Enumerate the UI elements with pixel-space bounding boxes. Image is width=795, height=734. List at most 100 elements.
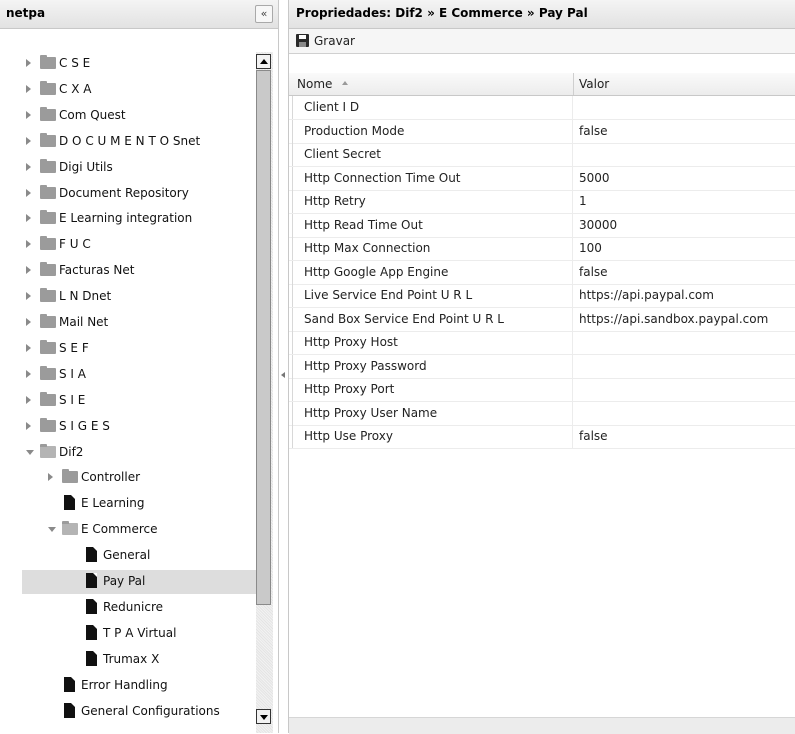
tree-item[interactable]: Mail Net <box>22 311 256 335</box>
tree-item[interactable]: Trumax X <box>22 648 256 672</box>
expand-right-icon[interactable] <box>26 421 31 430</box>
expand-right-icon[interactable] <box>48 473 53 482</box>
property-value[interactable]: false <box>579 265 608 279</box>
expand-right-icon[interactable] <box>26 266 31 275</box>
tree-item[interactable]: Facturas Net <box>22 259 256 283</box>
collapse-arrow-icon[interactable] <box>281 372 285 378</box>
scroll-down-button[interactable] <box>256 709 271 724</box>
expand-right-icon[interactable] <box>26 84 31 93</box>
tree-item-label: Controller <box>81 470 141 485</box>
property-row[interactable]: Http Max Connection 100 <box>289 237 795 261</box>
folder-icon <box>40 417 56 432</box>
tree-item[interactable]: L N Dnet <box>22 285 256 309</box>
tree-item[interactable]: C S E <box>22 52 256 76</box>
property-row[interactable]: Http Proxy Port <box>289 378 795 402</box>
tree-item[interactable]: C X A <box>22 78 256 102</box>
tree-item-label: D O C U M E N T O Snet <box>59 133 201 148</box>
property-name-cell: Http Proxy Host <box>292 331 573 354</box>
properties-panel-title: Propriedades: Dif2 » E Commerce » Pay Pa… <box>296 6 588 20</box>
property-row[interactable]: Http Proxy User Name <box>289 401 795 426</box>
scrollbar-thumb[interactable] <box>256 70 271 605</box>
property-row[interactable]: Http Connection Time Out 5000 <box>289 166 795 191</box>
tree-item[interactable]: Controller <box>22 466 256 490</box>
property-row[interactable]: Http Proxy Password <box>289 354 795 379</box>
property-row[interactable]: Live Service End Point U R L https://api.… <box>289 284 795 308</box>
property-row[interactable]: Http Proxy Host <box>289 331 795 355</box>
expand-right-icon[interactable] <box>26 214 31 223</box>
folder-icon <box>40 236 56 251</box>
property-row[interactable]: Client I D <box>289 96 795 120</box>
collapse-panel-button[interactable]: « <box>255 5 273 23</box>
tree-item[interactable]: Redunicre <box>22 596 256 620</box>
tree-item[interactable]: F U C <box>22 233 256 257</box>
column-header-nome[interactable]: Nome <box>297 77 332 91</box>
tree-item[interactable]: S I A <box>22 363 256 387</box>
property-value[interactable]: 1 <box>579 194 587 208</box>
tree-item[interactable]: Com Quest <box>22 104 256 128</box>
tree-item[interactable]: S E F <box>22 337 256 361</box>
tree-item[interactable]: E Learning <box>22 492 256 516</box>
property-value[interactable]: false <box>579 429 608 443</box>
property-row[interactable]: Http Use Proxy false <box>289 425 795 449</box>
expand-right-icon[interactable] <box>26 188 31 197</box>
column-divider[interactable] <box>573 73 574 95</box>
expand-right-icon[interactable] <box>26 292 31 301</box>
navigation-panel-header: netpa « <box>0 0 278 29</box>
property-name-cell: Http Use Proxy <box>292 425 573 448</box>
expand-down-icon[interactable] <box>48 527 56 533</box>
panel-splitter[interactable] <box>279 0 288 733</box>
tree-item[interactable]: General <box>22 544 256 568</box>
expand-right-icon[interactable] <box>26 59 31 67</box>
property-row[interactable]: Client Secret <box>289 143 795 167</box>
expand-right-icon[interactable] <box>26 395 31 404</box>
expand-right-icon[interactable] <box>26 162 31 171</box>
property-name-cell: Http Retry <box>292 190 573 213</box>
tree-item[interactable]: General Configurations <box>22 700 256 724</box>
tree-item-label: S I A <box>59 366 86 381</box>
expand-right-icon[interactable] <box>26 369 31 378</box>
column-header-valor[interactable]: Valor <box>579 77 609 91</box>
tree-item[interactable]: D O C U M E N T O Snet <box>22 130 256 154</box>
expand-right-icon[interactable] <box>26 240 31 249</box>
grid-header: Nome Valor <box>289 73 795 96</box>
tree-item[interactable]: T P A Virtual <box>22 622 256 646</box>
property-name: Http Proxy Host <box>304 335 398 349</box>
property-row[interactable]: Http Read Time Out 30000 <box>289 213 795 238</box>
tree-scrollbar[interactable] <box>256 52 273 733</box>
tree-item[interactable]: Dif2 <box>22 441 256 465</box>
tree-item[interactable]: E Commerce <box>22 518 256 542</box>
tree-item-label: Dif2 <box>59 444 84 459</box>
property-name: Sand Box Service End Point U R L <box>304 311 504 326</box>
property-name: Http Google App Engine <box>304 264 449 279</box>
expand-down-icon[interactable] <box>26 449 34 455</box>
property-row[interactable]: Production Mode false <box>289 119 795 144</box>
tree-item[interactable]: E Learning integration <box>22 207 256 231</box>
expand-right-icon[interactable] <box>26 318 31 326</box>
expand-right-icon[interactable] <box>26 343 31 352</box>
tree-item[interactable]: Document Repository <box>22 182 256 206</box>
property-value[interactable]: 100 <box>579 241 602 255</box>
expand-right-icon[interactable] <box>26 136 31 145</box>
scroll-up-button[interactable] <box>256 54 271 69</box>
property-row[interactable]: Sand Box Service End Point U R L https://… <box>289 307 795 332</box>
folder-open-icon <box>62 521 78 536</box>
property-row[interactable]: Http Retry 1 <box>289 190 795 214</box>
tree-item[interactable]: Digi Utils <box>22 156 256 180</box>
arrow-down-icon <box>260 715 268 720</box>
property-name-cell: Http Google App Engine <box>292 260 573 284</box>
tree-item[interactable]: Pay Pal <box>22 570 256 594</box>
tree-item-label: General Configurations <box>81 703 220 718</box>
tree-item[interactable]: Error Handling <box>22 674 256 698</box>
property-value[interactable]: 5000 <box>579 171 610 185</box>
property-name-cell: Http Connection Time Out <box>292 166 573 190</box>
property-value[interactable]: https://api.sandbox.paypal.com <box>579 312 768 326</box>
property-value[interactable]: false <box>579 124 608 138</box>
property-value[interactable]: https://api.paypal.com <box>579 288 714 302</box>
tree-item-label: C S E <box>59 56 91 70</box>
tree-item[interactable]: S I G E S <box>22 415 256 439</box>
expand-right-icon[interactable] <box>26 110 31 119</box>
property-row[interactable]: Http Google App Engine false <box>289 260 795 285</box>
tree-item[interactable]: S I E <box>22 389 256 413</box>
folder-icon <box>40 55 56 69</box>
property-value[interactable]: 30000 <box>579 218 617 232</box>
